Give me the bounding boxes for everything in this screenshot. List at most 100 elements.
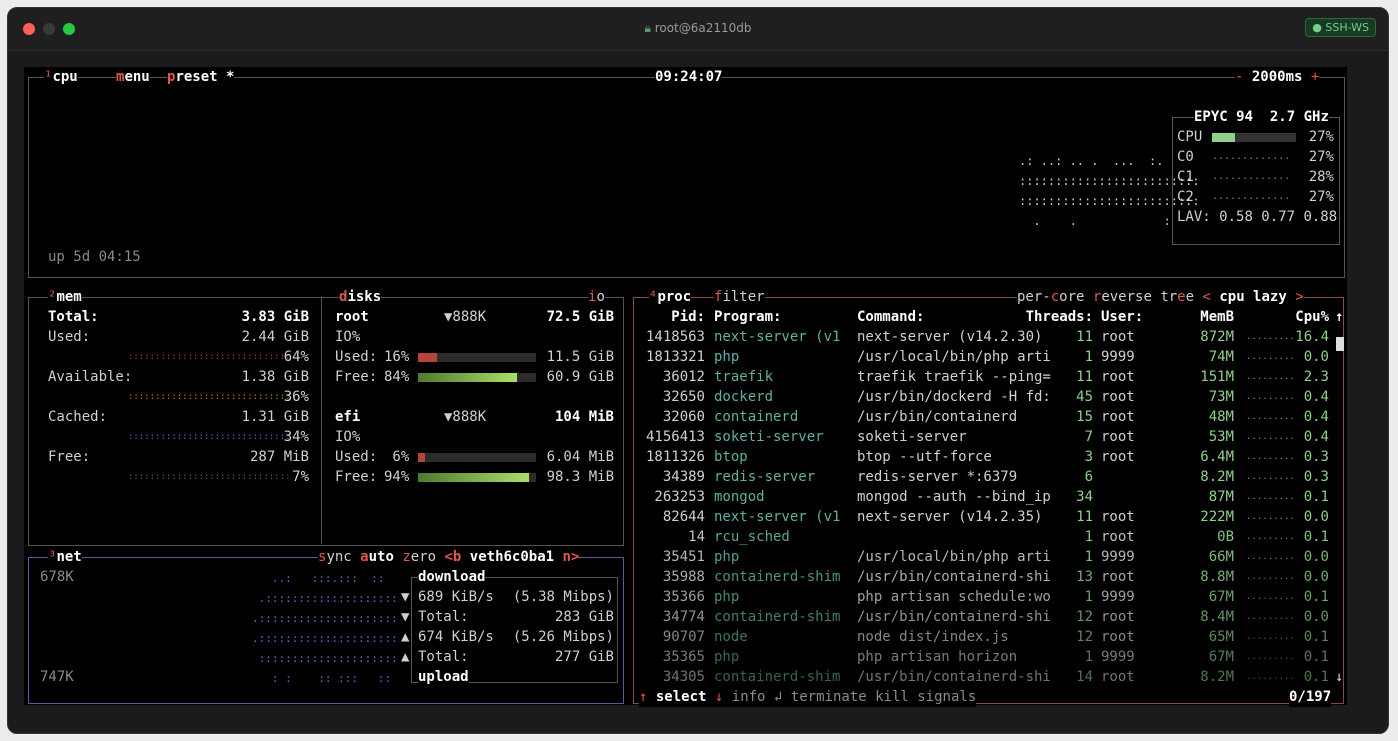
sort-direction-icon[interactable]: ↑ <box>1335 307 1343 327</box>
proc-program: php <box>714 349 740 365</box>
proc-command: /usr/bin/containerd-shi <box>857 609 1051 625</box>
proc-program: soketi-server <box>714 429 824 445</box>
download-label: download <box>418 567 486 587</box>
col-memb[interactable]: MemB <box>1184 307 1234 327</box>
disk-used-label: Used: <box>335 449 378 465</box>
terminate-button[interactable]: terminate <box>791 689 867 705</box>
proc-program: php <box>714 549 740 565</box>
proc-cpu: 0.1 <box>1303 489 1329 505</box>
mem-total-label: Total: <box>48 309 99 325</box>
proc-cpu-graph: ......... <box>1246 532 1295 542</box>
proc-pid: 35366 <box>662 589 705 605</box>
proc-command: /usr/bin/dockerd -H fd: <box>857 389 1051 405</box>
proc-pid: 82644 <box>662 509 705 525</box>
select-down-icon[interactable]: ↓ <box>715 689 723 705</box>
net-row-value: 277 GiB <box>554 649 614 665</box>
net-controls[interactable]: sync auto zero <b veth6c0ba1 n> <box>318 547 580 567</box>
io-toggle[interactable]: io <box>588 287 605 307</box>
col-pid[interactable]: Pid: <box>639 307 705 327</box>
net-row-value: (5.26 Mibps) <box>512 629 614 645</box>
disk-used: 11.5 GiB <box>546 349 614 365</box>
filter-button[interactable]: filter <box>714 287 765 307</box>
proc-mem: 87M <box>1208 489 1234 505</box>
net-row-value: (5.38 Mibps) <box>512 589 614 605</box>
upload-arrow-icon: ▲ <box>401 649 410 665</box>
col-command[interactable]: Command: <box>857 307 924 327</box>
core-graph: ............. <box>1212 191 1291 202</box>
mem-row-label: Used: <box>48 329 91 345</box>
proc-cpu: 0.0 <box>1303 509 1329 525</box>
proc-pid: 34774 <box>662 609 705 625</box>
ssh-ws-badge[interactable]: ● SSH-WS <box>1305 18 1376 37</box>
mem-row-graph: :::::::::::::::::::::::::::::: <box>128 392 291 402</box>
proc-user: root <box>1101 369 1135 385</box>
disk-io-label: IO% <box>335 329 361 345</box>
interval-decrease[interactable]: - <box>1235 69 1243 85</box>
proc-threads: 45 <box>1076 389 1093 405</box>
proc-mem: 48M <box>1208 409 1234 425</box>
proc-user: root <box>1101 409 1135 425</box>
select-button[interactable]: select <box>656 689 707 705</box>
proc-program: traefik <box>714 369 774 385</box>
interval-value: 2000ms <box>1251 69 1303 85</box>
col-user[interactable]: User: <box>1101 307 1143 327</box>
proc-cpu: 0.1 <box>1303 669 1329 685</box>
proc-footer: ↑ select ↓ info ↲ terminate kill signals <box>639 687 977 707</box>
proc-cpu: 0.4 <box>1303 409 1329 425</box>
proc-mem: 151M <box>1200 369 1234 385</box>
signals-button[interactable]: signals <box>917 689 976 705</box>
sort-field[interactable]: cpu lazy <box>1219 289 1286 305</box>
proc-threads: 15 <box>1076 409 1093 425</box>
net-row-label: Total: <box>418 609 469 625</box>
proc-user: 9999 <box>1101 589 1135 605</box>
proc-mem: 8.2M <box>1200 669 1234 685</box>
net-scale-bottom: 747K <box>40 669 74 685</box>
col-threads[interactable]: Threads: <box>1017 307 1093 327</box>
proc-pid: 34389 <box>662 469 705 485</box>
info-button[interactable]: info <box>732 689 766 705</box>
cpu-row-pct: 27% <box>1308 149 1334 165</box>
interval-increase[interactable]: + <box>1311 69 1319 85</box>
proc-cpu-graph: ......... <box>1246 592 1295 602</box>
scroll-down-icon[interactable]: ↓ <box>1335 667 1343 687</box>
col-cpu[interactable]: Cpu% <box>1289 307 1329 327</box>
proc-threads: 6 <box>1084 469 1093 485</box>
proc-pid: 32650 <box>662 389 705 405</box>
kill-button[interactable]: kill <box>875 689 909 705</box>
disk-free-pct: 94% <box>384 469 410 485</box>
proc-count: 0/197 <box>1289 687 1332 707</box>
mem-row-value: 2.44 GiB <box>241 329 309 345</box>
preset-label[interactable]: preset * <box>167 67 235 87</box>
proc-user: 9999 <box>1101 549 1135 565</box>
mem-row-value: 1.38 GiB <box>241 369 309 385</box>
menu-label[interactable]: menu <box>116 67 150 87</box>
net-row-label: 674 KiB/s <box>418 629 494 645</box>
proc-user: root <box>1101 629 1135 645</box>
proc-options[interactable]: per-core reverse tree < cpu lazy > <box>1017 287 1304 307</box>
disk-free-fill <box>418 473 529 482</box>
proc-scrollbar[interactable] <box>1336 337 1344 351</box>
download-arrow-icon: ▼ <box>401 609 410 625</box>
enter-icon: ↲ <box>773 689 783 705</box>
cpu-tab[interactable]: cpu <box>52 69 77 85</box>
mem-disk-divider <box>321 298 322 544</box>
proc-cpu-graph: ......... <box>1246 412 1295 422</box>
proc-pid: 14 <box>688 529 705 545</box>
col-program[interactable]: Program: <box>714 307 781 327</box>
uptime: up 5d 04:15 <box>48 249 141 265</box>
proc-threads: 1 <box>1084 649 1093 665</box>
proc-pid: 35365 <box>662 649 705 665</box>
proc-program: dockerd <box>714 389 774 405</box>
proc-cpu: 0.0 <box>1303 349 1329 365</box>
proc-cpu-graph: ......... <box>1246 392 1295 402</box>
proc-cpu: 0.1 <box>1303 589 1329 605</box>
proc-user: 9999 <box>1101 349 1135 365</box>
proc-program: php <box>714 589 740 605</box>
disks-header[interactable]: disks <box>339 287 382 307</box>
select-up-icon[interactable]: ↑ <box>639 689 647 705</box>
title-bar: 🔒︎ root@6a2110db ● SSH-WS <box>8 8 1388 51</box>
proc-pid: 34305 <box>662 669 705 685</box>
mem-row-label: Free: <box>48 449 91 465</box>
mem-row-graph: :::::::::::::::::::::::::::::: <box>128 352 291 362</box>
interval-control[interactable]: - 2000ms + <box>1235 67 1320 87</box>
